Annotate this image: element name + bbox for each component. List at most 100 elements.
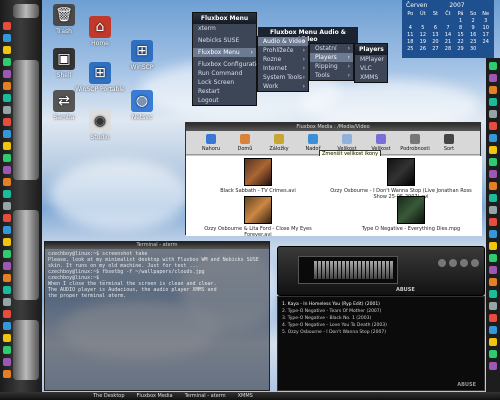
dock-app-icon[interactable] — [489, 254, 497, 262]
menu-item-prohlizece[interactable]: Prohlížeče — [258, 46, 308, 55]
dock-app-icon[interactable] — [3, 250, 11, 258]
dock-app-icon[interactable] — [3, 334, 11, 342]
dock-app-icon[interactable] — [3, 262, 11, 270]
calendar-day[interactable]: 19 — [417, 39, 430, 45]
dock-app-icon[interactable] — [489, 350, 497, 358]
dock-app-icon[interactable] — [489, 158, 497, 166]
dock-app-icon[interactable] — [3, 70, 11, 78]
dock-app-icon[interactable] — [3, 118, 11, 126]
desktop-icon-diskwatch[interactable]: ◉ Studio — [72, 110, 128, 141]
taskbar-item[interactable]: Terminal - aterm — [182, 393, 229, 399]
menu-item-run-command[interactable]: Run Command — [193, 69, 256, 78]
dock-app-icon[interactable] — [489, 266, 497, 274]
dock-app-icon[interactable] — [489, 290, 497, 298]
dock-app-icon[interactable] — [489, 98, 497, 106]
menu-item-audio-video[interactable]: Audio & Video — [258, 37, 308, 46]
dock-app-icon[interactable] — [3, 286, 11, 294]
menu-item-configuration[interactable]: Fluxbox Configuration — [193, 60, 264, 69]
calendar-day[interactable]: 29 — [454, 46, 467, 52]
dock-app-icon[interactable] — [3, 154, 11, 162]
dock-app-icon[interactable] — [489, 278, 497, 286]
calendar-day[interactable]: 24 — [479, 39, 492, 45]
menu-item-ripping[interactable]: Ripping — [310, 62, 353, 71]
calendar-day[interactable]: 10 — [479, 25, 492, 31]
menu-item-tools[interactable]: Tools — [310, 71, 353, 80]
menu-item-restart[interactable]: Restart — [193, 87, 256, 96]
dock-app-icon[interactable] — [3, 82, 11, 90]
calendar-day[interactable]: 1 — [454, 18, 467, 24]
file-item[interactable]: Type O Negative - Everything Dies.mpg — [346, 196, 476, 232]
calendar-day[interactable]: 18 — [404, 39, 417, 45]
dock-app-icon[interactable] — [3, 238, 11, 246]
menu-item-vlc[interactable]: VLC — [355, 64, 387, 73]
dock-app-icon[interactable] — [3, 106, 11, 114]
playlist-row[interactable]: 4. Type-O Negative - Love You To Death (… — [278, 322, 484, 329]
dock-app-icon[interactable] — [3, 190, 11, 198]
calendar-day[interactable]: 16 — [467, 32, 480, 38]
calendar-day[interactable]: 27 — [429, 46, 442, 52]
playlist-row[interactable]: 1. Kaya - In Homeless You (Ryp Edit) (20… — [278, 301, 484, 308]
dock-app-icon[interactable] — [3, 202, 11, 210]
dock-app-icon[interactable] — [489, 206, 497, 214]
dock-app-icon[interactable] — [489, 194, 497, 202]
dock-app-icon[interactable] — [489, 218, 497, 226]
calendar-day[interactable]: 26 — [417, 46, 430, 52]
dock-app-icon[interactable] — [3, 298, 11, 306]
dock-app-icon[interactable] — [489, 362, 497, 370]
dock-app-icon[interactable] — [489, 86, 497, 94]
toolbar-button[interactable]: Podrobnosti — [398, 131, 432, 154]
toolbar-button[interactable]: Sort — [432, 131, 466, 154]
menu-item-ostatni[interactable]: Ostatní — [310, 44, 353, 53]
file-item[interactable]: Ozzy Osbourne & Lita Ford - Close My Eye… — [204, 196, 312, 238]
prev-button[interactable] — [438, 259, 446, 267]
menu-item-rozne[interactable]: Rozne — [258, 55, 308, 64]
menu-item-internet[interactable]: Internet — [258, 64, 308, 73]
dock-app-icon[interactable] — [489, 74, 497, 82]
dock-app-icon[interactable] — [3, 166, 11, 174]
menu-item-xterm[interactable]: xterm — [193, 24, 256, 33]
calendar-day[interactable]: 12 — [417, 32, 430, 38]
dock-app-icon[interactable] — [3, 94, 11, 102]
playlist-row[interactable]: 2. Type-O Negative - Tears Of Mother (20… — [278, 308, 484, 315]
dock-app-icon[interactable] — [489, 242, 497, 250]
dock-app-icon[interactable] — [3, 34, 11, 42]
dock-app-icon[interactable] — [489, 62, 497, 70]
playlist-row[interactable]: 5. Ozzy Osbourne - I Don't Wanna Stop (2… — [278, 329, 484, 336]
dock-app-icon[interactable] — [3, 346, 11, 354]
calendar-day[interactable]: 7 — [442, 25, 455, 31]
dock-app-icon[interactable] — [489, 326, 497, 334]
dock-app-icon[interactable] — [489, 110, 497, 118]
dock-app-icon[interactable] — [3, 214, 11, 222]
menu-item-logout[interactable]: Logout — [193, 96, 256, 105]
toolbar-button[interactable]: Záložky — [262, 131, 296, 154]
dock-app-icon[interactable] — [3, 226, 11, 234]
terminal-window[interactable]: Terminal - aterm czechboy@linux:~$ scree… — [44, 241, 270, 391]
taskbar-item[interactable]: XMMS — [235, 393, 256, 399]
dock-app-icon[interactable] — [489, 122, 497, 130]
dock-app-icon[interactable] — [3, 142, 11, 150]
toolbar-button[interactable]: Domů — [228, 131, 262, 154]
dock-app-icon[interactable] — [489, 338, 497, 346]
menu-item-nebicks[interactable]: Nebicks SUSE — [193, 36, 256, 45]
calendar-day[interactable]: 8 — [454, 25, 467, 31]
dock-app-icon[interactable] — [489, 134, 497, 142]
calendar-day[interactable]: 13 — [429, 32, 442, 38]
dock-app-icon[interactable] — [489, 302, 497, 310]
toolbar-button[interactable]: Nahoru — [194, 131, 228, 154]
calendar-day[interactable]: 6 — [429, 25, 442, 31]
calendar-day[interactable]: 3 — [479, 18, 492, 24]
terminal-output[interactable]: czechboy@linux:~$ screenshot take Please,… — [45, 249, 269, 301]
dock-app-icon[interactable] — [3, 58, 11, 66]
menu-item-work[interactable]: Work — [258, 82, 308, 91]
dock-app-icon[interactable] — [3, 310, 11, 318]
file-item[interactable]: Black Sabbath - TV Crimes.avi — [204, 158, 312, 194]
dock-app-icon[interactable] — [3, 22, 11, 30]
desktop-icon-winscp-portable[interactable]: ⊞ WinSCP Portable — [72, 62, 128, 93]
calendar-day[interactable]: 21 — [442, 39, 455, 45]
stop-button[interactable] — [460, 259, 468, 267]
menu-item-players[interactable]: Players — [310, 53, 353, 62]
dock-app-icon[interactable] — [3, 46, 11, 54]
calendar-day[interactable]: 14 — [442, 32, 455, 38]
calendar-day[interactable]: 9 — [467, 25, 480, 31]
menu-item-mplayer[interactable]: MPlayer — [355, 55, 387, 64]
